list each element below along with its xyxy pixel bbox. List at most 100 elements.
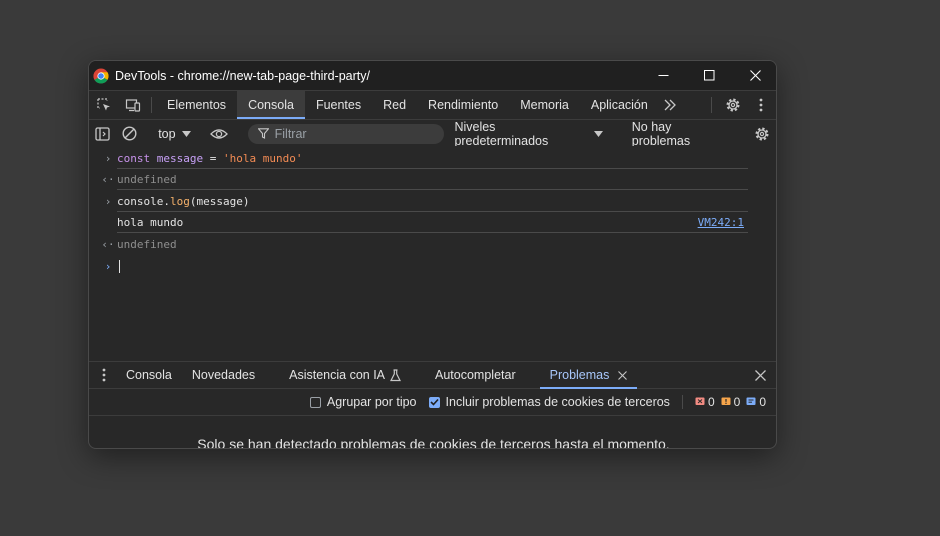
group-by-type-label: Agrupar por tipo xyxy=(326,395,417,409)
context-label: top xyxy=(158,126,176,141)
error-count-value: 0 xyxy=(707,395,715,409)
drawer-tabs-bar: Consola Novedades Asistencia con IA Auto… xyxy=(89,361,776,389)
drawer-tab-autocompletar[interactable]: Autocompletar xyxy=(425,362,526,388)
flask-icon xyxy=(390,368,401,381)
live-expression-button[interactable] xyxy=(206,128,233,140)
code-operator: = xyxy=(203,151,223,165)
console-settings-button[interactable] xyxy=(749,126,776,142)
tab-red[interactable]: Red xyxy=(372,91,417,119)
issues-empty-message: Solo se han detectado problemas de cooki… xyxy=(197,436,670,449)
console-output[interactable]: › const message = 'hola mundo' ‹· undefi… xyxy=(89,146,776,362)
checkmark-icon xyxy=(429,398,439,406)
panel-tabs-bar: Elementos Consola Fuentes Red Rendimient… xyxy=(89,90,776,120)
console-input-line: › const message = 'hola mundo' xyxy=(105,148,748,169)
drawer-menu-button[interactable] xyxy=(89,362,119,388)
drawer-tab-problemas[interactable]: Problemas xyxy=(539,362,638,389)
window-title: DevTools - chrome://new-tab-page-third-p… xyxy=(115,68,370,83)
group-by-type-checkbox[interactable] xyxy=(309,396,321,408)
levels-label: Niveles predeterminados xyxy=(454,119,549,148)
block-icon xyxy=(122,126,137,141)
error-flag-icon xyxy=(695,397,705,405)
warning-flag-icon xyxy=(721,397,731,405)
input-chevron-icon: › xyxy=(104,194,112,208)
console-toolbar: top Filtrar Niveles predeterminados No h… xyxy=(89,120,776,148)
text-caret xyxy=(119,260,120,273)
devtools-window: DevTools - chrome://new-tab-page-third-p… xyxy=(88,60,777,449)
toolbar-divider xyxy=(681,395,683,409)
more-tabs-button[interactable] xyxy=(659,91,681,119)
eye-icon xyxy=(210,128,229,139)
console-prompt[interactable]: › xyxy=(105,256,748,277)
gear-icon xyxy=(726,98,740,112)
code-keyword: const xyxy=(117,151,151,165)
minimize-button[interactable] xyxy=(640,61,686,90)
result-arrow-icon: ‹· xyxy=(101,238,115,251)
maximize-icon xyxy=(703,70,714,81)
gear-icon xyxy=(755,127,769,140)
code-variable: message xyxy=(156,151,204,165)
console-input-line: › console. log (message) xyxy=(105,191,748,212)
source-link[interactable]: VM242:1 xyxy=(698,216,744,229)
result-value: undefined xyxy=(117,172,177,186)
tab-consola[interactable]: Consola xyxy=(237,91,305,119)
filter-input[interactable]: Filtrar xyxy=(247,123,445,144)
warning-count-value: 0 xyxy=(733,395,741,409)
filter-placeholder: Filtrar xyxy=(274,126,307,141)
console-result-line: ‹· undefined xyxy=(101,234,748,255)
code-function: log xyxy=(169,194,190,208)
code-string: 'hola mundo' xyxy=(222,151,303,165)
info-message-icon xyxy=(746,397,756,405)
error-count[interactable]: 0 xyxy=(695,395,715,409)
title-bar: DevTools - chrome://new-tab-page-third-p… xyxy=(89,61,776,90)
dropdown-arrow-icon xyxy=(594,130,603,137)
info-count-value: 0 xyxy=(759,395,766,409)
device-toggle-icon xyxy=(125,99,141,112)
kebab-menu-icon xyxy=(102,368,106,382)
inspect-cursor-icon xyxy=(97,98,110,111)
maximize-button[interactable] xyxy=(686,61,732,90)
console-log-line: hola mundo VM242:1 xyxy=(117,212,748,233)
tab-rendimiento[interactable]: Rendimiento xyxy=(417,91,509,119)
toolbar-divider xyxy=(151,97,152,113)
tab-elementos[interactable]: Elementos xyxy=(156,91,237,119)
filter-funnel-icon xyxy=(257,128,269,139)
log-message: hola mundo xyxy=(117,215,184,229)
drawer-tab-consola[interactable]: Consola xyxy=(119,362,182,388)
device-toolbar-button[interactable] xyxy=(119,91,147,119)
include-third-party-checkbox[interactable] xyxy=(428,396,440,408)
include-third-party-label: Incluir problemas de cookies de terceros xyxy=(445,395,670,409)
inspect-element-button[interactable] xyxy=(89,91,119,119)
issues-toolbar: Agrupar por tipo Incluir problemas de co… xyxy=(89,389,776,416)
drawer-tab-asistencia-ia[interactable]: Asistencia con IA xyxy=(279,362,411,388)
toolbar-divider xyxy=(711,97,712,113)
console-result-line: ‹· undefined xyxy=(101,169,748,190)
close-icon xyxy=(754,370,766,381)
result-value: undefined xyxy=(117,238,177,251)
warning-count[interactable]: 0 xyxy=(721,395,741,409)
prompt-chevron-icon: › xyxy=(104,260,112,273)
close-tab-icon[interactable] xyxy=(618,370,628,380)
settings-button[interactable] xyxy=(719,91,747,119)
tab-memoria[interactable]: Memoria xyxy=(509,91,580,119)
chrome-logo-icon xyxy=(93,68,109,83)
clear-console-button[interactable] xyxy=(116,126,143,141)
tab-fuentes[interactable]: Fuentes xyxy=(305,91,372,119)
log-levels-dropdown[interactable]: Niveles predeterminados xyxy=(444,120,612,148)
drawer-tab-label: Asistencia con IA xyxy=(289,368,386,382)
issues-counter[interactable]: No hay problemas xyxy=(622,120,740,148)
sidebar-toggle-icon xyxy=(95,126,110,141)
dropdown-arrow-icon xyxy=(181,130,191,137)
info-count[interactable]: 0 xyxy=(746,395,766,409)
show-sidebar-button[interactable] xyxy=(89,126,116,141)
close-drawer-button[interactable] xyxy=(746,362,774,389)
kebab-menu-icon xyxy=(759,98,763,112)
code-object: console. xyxy=(117,194,170,208)
tab-aplicacion[interactable]: Aplicación xyxy=(580,91,659,119)
close-window-button[interactable] xyxy=(732,61,776,90)
customize-menu-button[interactable] xyxy=(747,91,775,119)
close-icon xyxy=(749,70,761,81)
drawer-tab-novedades[interactable]: Novedades xyxy=(182,362,265,388)
result-arrow-icon: ‹· xyxy=(101,172,115,186)
context-selector[interactable]: top xyxy=(152,127,196,141)
input-chevron-icon: › xyxy=(104,151,112,165)
